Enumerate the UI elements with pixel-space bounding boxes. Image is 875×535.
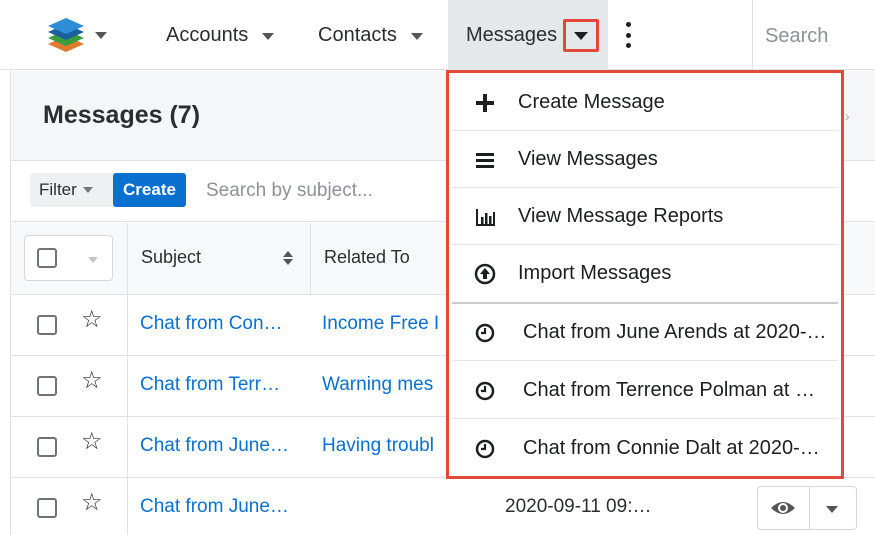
- row-checkbox[interactable]: [37, 376, 57, 396]
- global-search[interactable]: Search: [752, 0, 875, 70]
- clock-icon: [475, 439, 495, 459]
- nav-tab-contacts-label: Contacts: [318, 23, 397, 46]
- filter-button[interactable]: Filter: [30, 173, 120, 207]
- clock-icon: [475, 381, 495, 401]
- chevron-down-icon[interactable]: [88, 257, 98, 263]
- row-actions-chevron-down-icon[interactable]: [826, 506, 838, 513]
- nav-tab-accounts[interactable]: Accounts: [166, 0, 275, 70]
- menu-item-view-messages[interactable]: View Messages: [452, 131, 838, 188]
- eye-preview-icon[interactable]: [770, 497, 796, 519]
- top-navbar: Accounts Contacts Messages Search: [0, 0, 875, 70]
- menu-item-label: Create Message: [518, 91, 665, 113]
- recent-item-label: Chat from Terrence Polman at …: [523, 379, 815, 401]
- column-divider: [127, 478, 128, 535]
- column-header-related-to[interactable]: Related To: [324, 247, 410, 268]
- button-divider: [809, 487, 810, 529]
- menu-item-import-messages[interactable]: Import Messages: [452, 245, 838, 302]
- column-header-subject[interactable]: Subject: [141, 247, 201, 268]
- page-title: Messages (7): [43, 101, 201, 129]
- clock-icon: [475, 323, 495, 343]
- recent-item-label: Chat from Connie Dalt at 2020-…: [523, 437, 820, 459]
- recent-item[interactable]: Chat from June Arends at 2020-…: [452, 304, 838, 361]
- recent-item[interactable]: Chat from Connie Dalt at 2020-…: [452, 420, 838, 477]
- chevron-right-icon[interactable]: ›: [845, 108, 850, 124]
- menu-item-label: View Messages: [518, 148, 658, 170]
- menu-item-label: Import Messages: [518, 262, 672, 284]
- subject-link[interactable]: Chat from June…: [140, 435, 289, 457]
- sort-icon[interactable]: [282, 249, 294, 267]
- row-checkbox[interactable]: [37, 315, 57, 335]
- menu-item-view-message-reports[interactable]: View Message Reports: [452, 188, 838, 245]
- select-all-checkbox[interactable]: [37, 248, 57, 268]
- chevron-down-icon: [574, 31, 588, 40]
- menu-item-create-message[interactable]: Create Message: [452, 74, 838, 131]
- logo-menu-chevron-down-icon[interactable]: [95, 32, 107, 39]
- favorite-star-icon[interactable]: ☆: [81, 491, 103, 515]
- column-divider: [310, 223, 311, 295]
- column-divider: [127, 295, 128, 356]
- row-checkbox[interactable]: [37, 437, 57, 457]
- select-all-control[interactable]: [24, 235, 113, 281]
- messages-menu-toggle[interactable]: [563, 19, 599, 52]
- related-to-link[interactable]: Having troubl: [322, 435, 434, 457]
- column-divider: [127, 417, 128, 478]
- plus-icon: [476, 94, 494, 112]
- table-row: ☆ Chat from June… 2020-09-11 09:…: [11, 478, 875, 535]
- column-divider: [127, 356, 128, 417]
- chevron-down-icon[interactable]: [262, 32, 275, 40]
- row-checkbox[interactable]: [37, 498, 57, 518]
- nav-tab-contacts[interactable]: Contacts: [318, 0, 423, 70]
- favorite-star-icon[interactable]: ☆: [81, 308, 103, 332]
- nav-tab-accounts-label: Accounts: [166, 23, 249, 46]
- subject-link[interactable]: Chat from Terr…: [140, 374, 280, 396]
- favorite-star-icon[interactable]: ☆: [81, 369, 103, 393]
- global-search-placeholder: Search: [765, 25, 829, 47]
- app-logo-icon[interactable]: [46, 14, 86, 54]
- recent-item[interactable]: Chat from Terrence Polman at …: [452, 362, 838, 419]
- subject-link[interactable]: Chat from June…: [140, 496, 289, 518]
- chevron-down-icon: [82, 187, 93, 193]
- favorite-star-icon[interactable]: ☆: [81, 430, 103, 454]
- bar-chart-icon: [476, 209, 495, 226]
- subject-link[interactable]: Chat from Con…: [140, 313, 283, 335]
- related-to-link[interactable]: Warning mes: [322, 374, 433, 396]
- nav-tab-messages-label: Messages: [466, 23, 558, 46]
- menu-item-label: View Message Reports: [518, 205, 724, 227]
- messages-dropdown-menu: Create Message View Messages View Messag…: [446, 70, 844, 479]
- search-by-subject-input[interactable]: Search by subject...: [206, 180, 373, 202]
- recent-item-label: Chat from June Arends at 2020-…: [523, 321, 827, 343]
- list-icon: [476, 153, 494, 168]
- related-to-link[interactable]: Income Free I: [322, 313, 439, 335]
- row-actions: [757, 486, 857, 530]
- chevron-down-icon[interactable]: [410, 32, 423, 40]
- upload-circle-icon: [474, 263, 496, 285]
- date-cell: 2020-09-11 09:…: [505, 496, 652, 517]
- filter-button-label: Filter: [39, 180, 77, 199]
- create-button[interactable]: Create: [113, 173, 186, 207]
- column-divider: [127, 223, 128, 295]
- more-tabs-kebab-icon[interactable]: [622, 22, 634, 48]
